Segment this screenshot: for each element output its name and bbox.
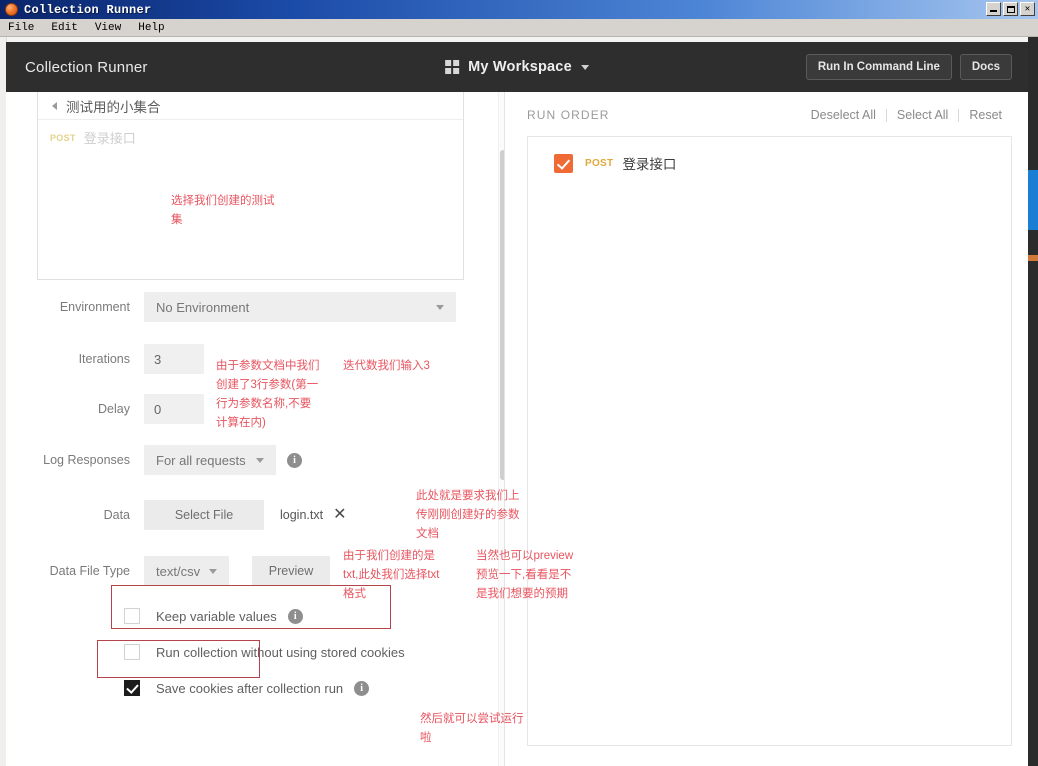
grid-icon bbox=[445, 60, 460, 74]
run-without-cookies-label: Run collection without using stored cook… bbox=[156, 644, 405, 660]
run-without-cookies-checkbox[interactable] bbox=[124, 644, 140, 660]
run-in-command-line-button[interactable]: Run In Command Line bbox=[805, 54, 952, 80]
iterations-label: Iterations bbox=[78, 352, 130, 366]
menu-item-edit[interactable]: Edit bbox=[51, 22, 77, 34]
window-title: Collection Runner bbox=[24, 2, 152, 17]
chevron-down-icon bbox=[209, 568, 217, 574]
run-order-header: RUN ORDER Deselect All Select All Reset bbox=[527, 108, 1012, 122]
window-controls: ✕ bbox=[986, 2, 1035, 16]
data-file-name: login.txt bbox=[280, 508, 324, 522]
minimize-button[interactable] bbox=[986, 2, 1001, 16]
annotation-iterations-reason: 由于参数文档中我们 创建了3行参数(第一 行为参数名称,不要 计算在内) bbox=[216, 360, 320, 429]
close-button[interactable]: ✕ bbox=[1020, 2, 1035, 16]
run-order-item-checkbox[interactable] bbox=[554, 153, 573, 173]
workspace-selector[interactable]: My Workspace bbox=[445, 59, 589, 75]
chevron-down-icon bbox=[436, 304, 444, 310]
menu-item-file[interactable]: File bbox=[8, 22, 34, 34]
annotation-data-upload: 此处就是要求我们上 传刚刚创建好的参数 文档 bbox=[416, 490, 520, 540]
select-all-button[interactable]: Select All bbox=[887, 108, 958, 122]
environment-row: Environment No Environment bbox=[6, 280, 504, 334]
keep-variable-values-info-icon[interactable]: i bbox=[287, 608, 303, 624]
menu-item-view[interactable]: View bbox=[95, 22, 121, 34]
page-title: Collection Runner bbox=[25, 58, 148, 76]
deselect-all-button[interactable]: Deselect All bbox=[801, 108, 886, 122]
annotation-file-type: 由于我们创建的是 txt,此处我们选择txt 格式 bbox=[343, 550, 440, 600]
window-right-accent-secondary bbox=[1028, 255, 1038, 261]
application-window: Collection Runner ✕ File Edit View Help … bbox=[0, 0, 1038, 766]
list-item[interactable]: POST 登录接口 bbox=[528, 137, 1011, 173]
log-responses-value: For all requests bbox=[156, 452, 246, 468]
environment-select[interactable]: No Environment bbox=[144, 292, 456, 322]
run-order-item-name: 登录接口 bbox=[622, 157, 677, 172]
run-order-title: RUN ORDER bbox=[527, 108, 610, 122]
log-responses-info-icon[interactable]: i bbox=[287, 452, 302, 468]
delay-label: Delay bbox=[98, 402, 130, 416]
save-cookies-checkbox[interactable] bbox=[124, 680, 140, 696]
chevron-left-icon bbox=[52, 101, 57, 110]
save-cookies-label: Save cookies after collection run bbox=[156, 680, 344, 696]
data-file-type-label: Data File Type bbox=[49, 564, 130, 578]
clear-file-icon[interactable]: ✕ bbox=[333, 507, 346, 523]
save-cookies-info-icon[interactable]: i bbox=[354, 680, 370, 696]
run-order-pane: RUN ORDER Deselect All Select All Reset … bbox=[511, 92, 1028, 766]
collection-name: 测试用的小集合 bbox=[66, 99, 161, 115]
header-actions: Run In Command Line Docs bbox=[805, 54, 1012, 80]
log-responses-row: Log Responses For all requests i bbox=[6, 434, 504, 486]
workspace-label: My Workspace bbox=[468, 59, 572, 75]
save-cookies-row[interactable]: Save cookies after collection run i bbox=[124, 670, 504, 706]
title-bar: Collection Runner ✕ bbox=[0, 0, 1038, 19]
log-responses-label: Log Responses bbox=[43, 453, 130, 467]
iterations-input[interactable]: 3 bbox=[144, 344, 204, 374]
log-responses-select[interactable]: For all requests bbox=[144, 445, 276, 475]
data-file-type-value: text/csv bbox=[156, 563, 201, 579]
request-name: 登录接口 bbox=[83, 131, 136, 146]
collection-request-row[interactable]: POST 登录接口 bbox=[38, 120, 463, 147]
run-order-item-method: POST bbox=[585, 157, 614, 169]
annotation-iterations-input: 迭代数我们输入3 bbox=[343, 360, 430, 372]
environment-label: Environment bbox=[59, 300, 130, 314]
docs-button[interactable]: Docs bbox=[959, 54, 1012, 80]
data-file-type-select[interactable]: text/csv bbox=[144, 556, 229, 586]
collection-tree-card: 测试用的小集合 POST 登录接口 bbox=[37, 92, 464, 280]
request-method: POST bbox=[50, 132, 76, 143]
chevron-down-icon bbox=[256, 457, 264, 463]
menu-bar: File Edit View Help bbox=[0, 19, 1038, 37]
pane-divider bbox=[504, 92, 505, 766]
delay-input[interactable]: 0 bbox=[144, 394, 204, 424]
menu-item-help[interactable]: Help bbox=[138, 22, 164, 34]
annotation-run: 然后就可以尝试运行 啦 bbox=[420, 713, 524, 744]
run-order-list: POST 登录接口 bbox=[527, 136, 1012, 746]
runner-config-pane: 测试用的小集合 POST 登录接口 Environment No Environ… bbox=[6, 92, 504, 766]
main-body: 测试用的小集合 POST 登录接口 Environment No Environ… bbox=[6, 92, 1028, 766]
annotation-preview: 当然也可以preview 预览一下,看看是不 是我们想要的预期 bbox=[476, 550, 574, 600]
run-without-cookies-row[interactable]: Run collection without using stored cook… bbox=[124, 634, 504, 670]
window-right-accent bbox=[1028, 170, 1038, 230]
app-header: Collection Runner My Workspace Run In Co… bbox=[6, 42, 1028, 92]
environment-value: No Environment bbox=[156, 299, 250, 315]
preview-button[interactable]: Preview bbox=[252, 556, 330, 586]
collection-header[interactable]: 测试用的小集合 bbox=[38, 92, 463, 120]
annotation-collection: 选择我们创建的测试 集 bbox=[171, 195, 275, 226]
data-label: Data bbox=[103, 508, 130, 522]
select-file-button[interactable]: Select File bbox=[144, 500, 264, 530]
maximize-button[interactable] bbox=[1003, 2, 1018, 16]
window-right-edge bbox=[1028, 37, 1038, 766]
keep-variable-values-label: Keep variable values bbox=[156, 608, 277, 624]
chevron-down-icon bbox=[580, 64, 589, 70]
keep-variable-values-checkbox[interactable] bbox=[124, 608, 140, 624]
run-order-actions: Deselect All Select All Reset bbox=[801, 108, 1012, 122]
reset-button[interactable]: Reset bbox=[959, 108, 1012, 122]
postman-app-icon bbox=[5, 3, 18, 16]
